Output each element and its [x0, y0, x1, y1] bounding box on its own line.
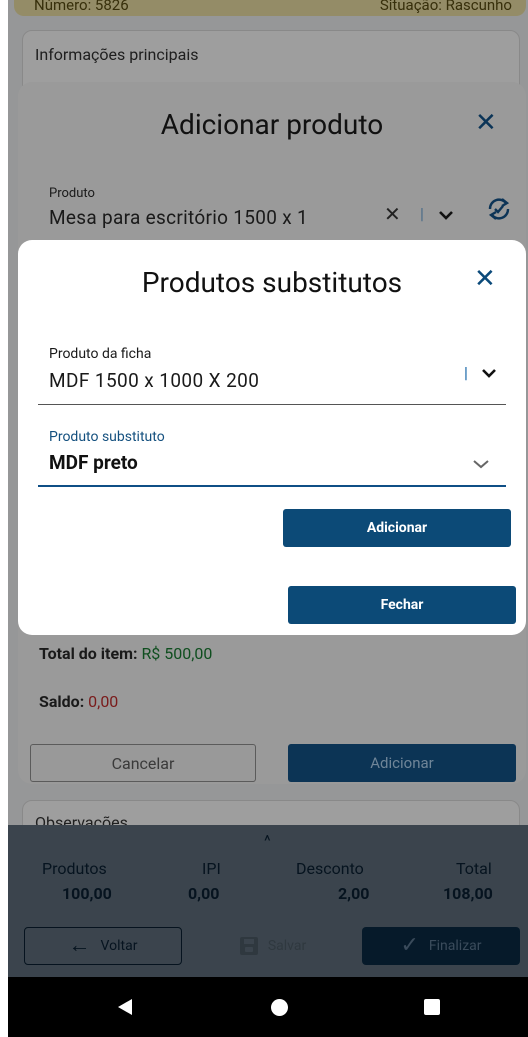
add-product-dialog-title: Adicionar produto: [160, 108, 384, 141]
field-underline-active: [38, 485, 506, 487]
ficha-product-select[interactable]: MDF 1500 x 1000 X 200: [49, 369, 259, 392]
item-total: Total do item: R$ 500,00: [39, 644, 212, 663]
product-field-label: Produto: [49, 186, 95, 201]
balance-value: 0,00: [88, 692, 119, 711]
back-triangle-icon[interactable]: [118, 999, 132, 1015]
system-navigation-bar: [8, 977, 528, 1037]
item-total-label: Total do item:: [39, 644, 138, 663]
chevron-down-icon[interactable]: [472, 455, 490, 474]
separator: |: [464, 363, 468, 382]
substitute-product-select[interactable]: MDF preto: [49, 451, 138, 474]
field-underline: [38, 404, 506, 405]
balance: Saldo: 0,00: [39, 692, 118, 711]
clear-icon[interactable]: ✕: [384, 202, 401, 226]
cancel-button[interactable]: Cancelar: [30, 744, 256, 782]
substitute-product-label: Produto substituto: [49, 429, 165, 445]
close-icon[interactable]: ✕: [474, 264, 496, 294]
close-icon[interactable]: ✕: [475, 108, 497, 138]
item-total-value: R$ 500,00: [141, 644, 213, 663]
separator: |: [420, 204, 424, 223]
substitute-dialog-title: Produtos substitutos: [141, 266, 403, 299]
chevron-down-icon[interactable]: [481, 364, 497, 383]
add-substitute-button[interactable]: Adicionar: [283, 509, 511, 547]
ficha-product-label: Produto da ficha: [49, 346, 152, 362]
add-product-button[interactable]: Adicionar: [288, 744, 516, 782]
product-field-value[interactable]: Mesa para escritório 1500 x 1: [49, 206, 308, 229]
substitute-swap-icon[interactable]: [484, 194, 514, 228]
home-circle-icon[interactable]: [271, 999, 288, 1016]
close-button[interactable]: Fechar: [288, 586, 516, 624]
recent-apps-square-icon[interactable]: [424, 999, 440, 1015]
balance-label: Saldo:: [39, 692, 85, 711]
chevron-down-icon[interactable]: [438, 206, 454, 225]
substitute-products-dialog: Produtos substitutos ✕ Produto da ficha …: [18, 240, 526, 635]
